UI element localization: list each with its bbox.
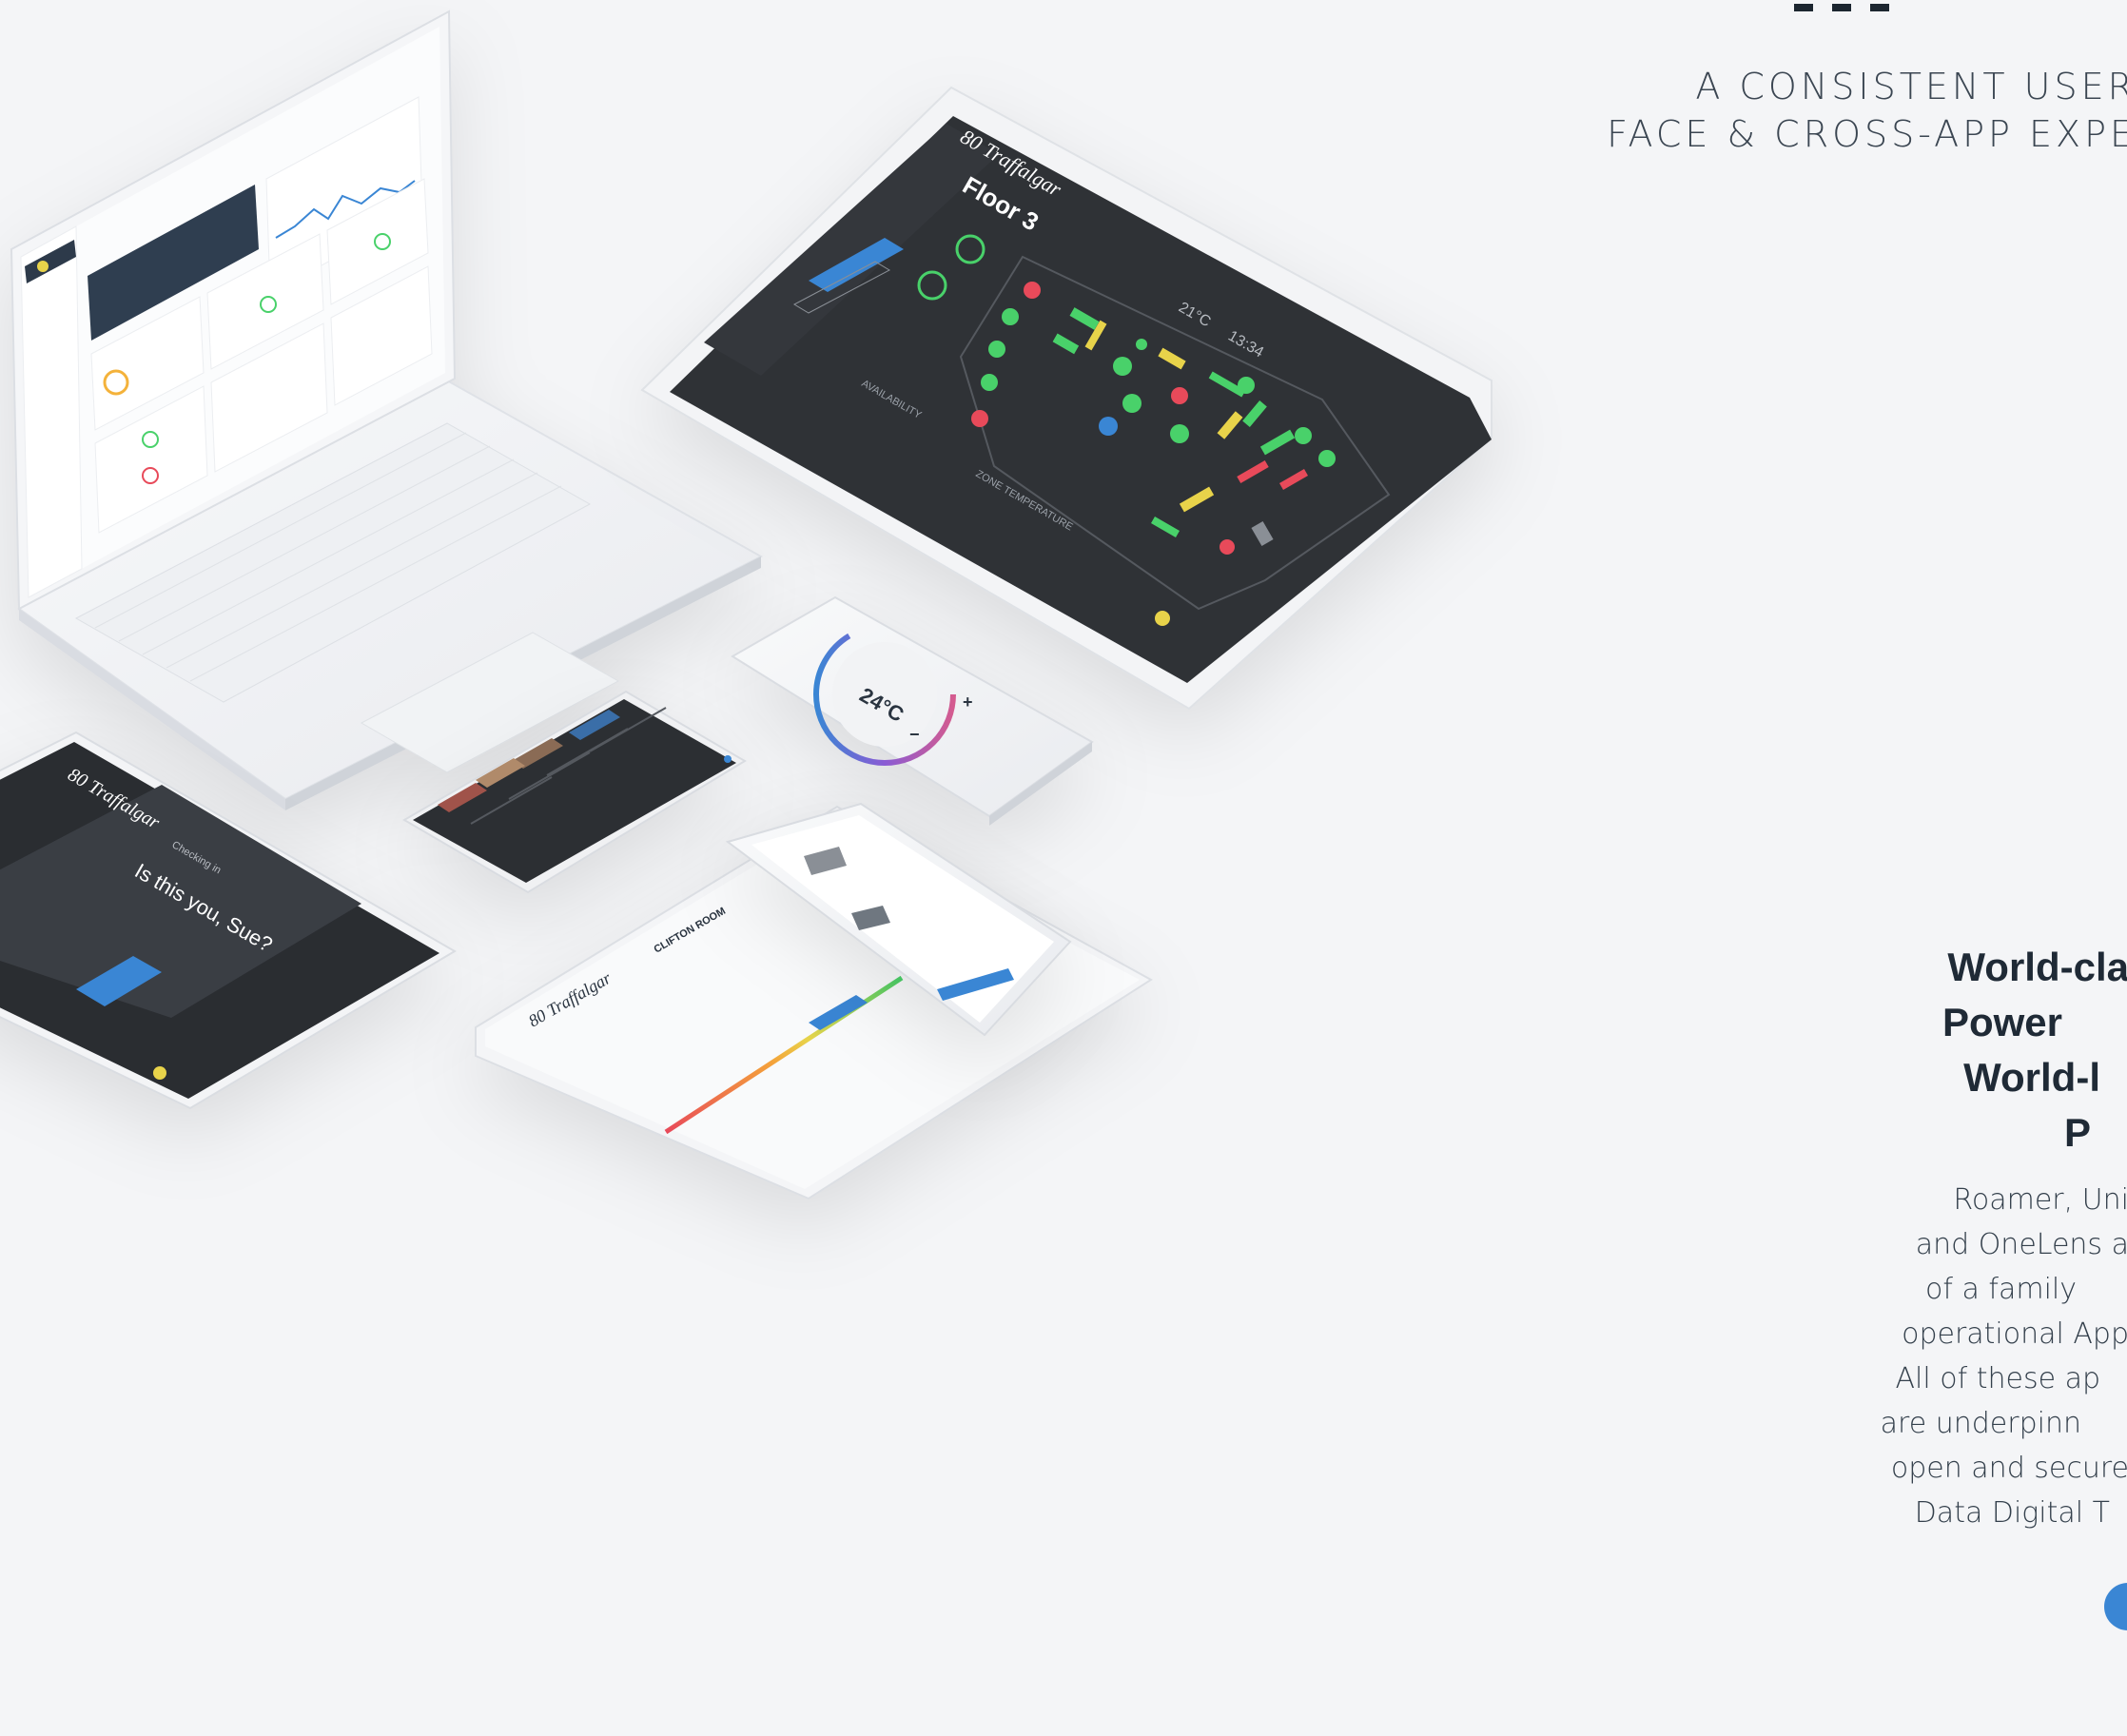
body-copy: Roamer, Uni and OneLens a of a family op… [1881,1178,2127,1535]
tagline-line: FACE & CROSS-APP EXPE [1607,113,2127,155]
body-line: and OneLens a [1915,1228,2127,1261]
brand-mark-icon [1155,611,1170,626]
device-mockup-scene: Floor 3 80 Traffalgar 21°C 13:34 AVAILAB… [0,10,1493,1200]
body-line: open and secure [1890,1452,2127,1485]
body-line: Data Digital T [1914,1496,2110,1530]
tagline: A CONSISTENT USER FACE & CROSS-APP EXPE [1607,63,2127,158]
headline-line: P [2063,1110,2091,1155]
tagline-line: A CONSISTENT USER [1695,66,2127,107]
headline-line: Power [1942,1000,2062,1044]
headline: World-cla Power World-l P [1942,940,2127,1161]
body-line: Roamer, Uni [1953,1183,2127,1217]
headline-line: World-cla [1947,945,2127,989]
body-line: All of these ap [1895,1362,2100,1395]
headline-line: World-l [1963,1055,2100,1100]
brand-mark-icon [153,1066,166,1080]
body-line: of a family [1925,1273,2077,1306]
decrease-button[interactable]: − [909,725,920,744]
floor-tablet-device: Floor 3 80 Traffalgar 21°C 13:34 AVAILAB… [640,86,1493,711]
body-line: are underpinn [1880,1407,2081,1440]
body-line: operational App [1902,1317,2127,1351]
increase-button[interactable]: + [963,692,973,712]
logo-marks [1794,0,1908,11]
checkin-tablet-device: Is this you, Sue? Checking in 80 Traffal… [0,731,457,1110]
laptop-device [10,10,764,810]
thermostat-phone-device: 24°C + − [731,595,1094,826]
